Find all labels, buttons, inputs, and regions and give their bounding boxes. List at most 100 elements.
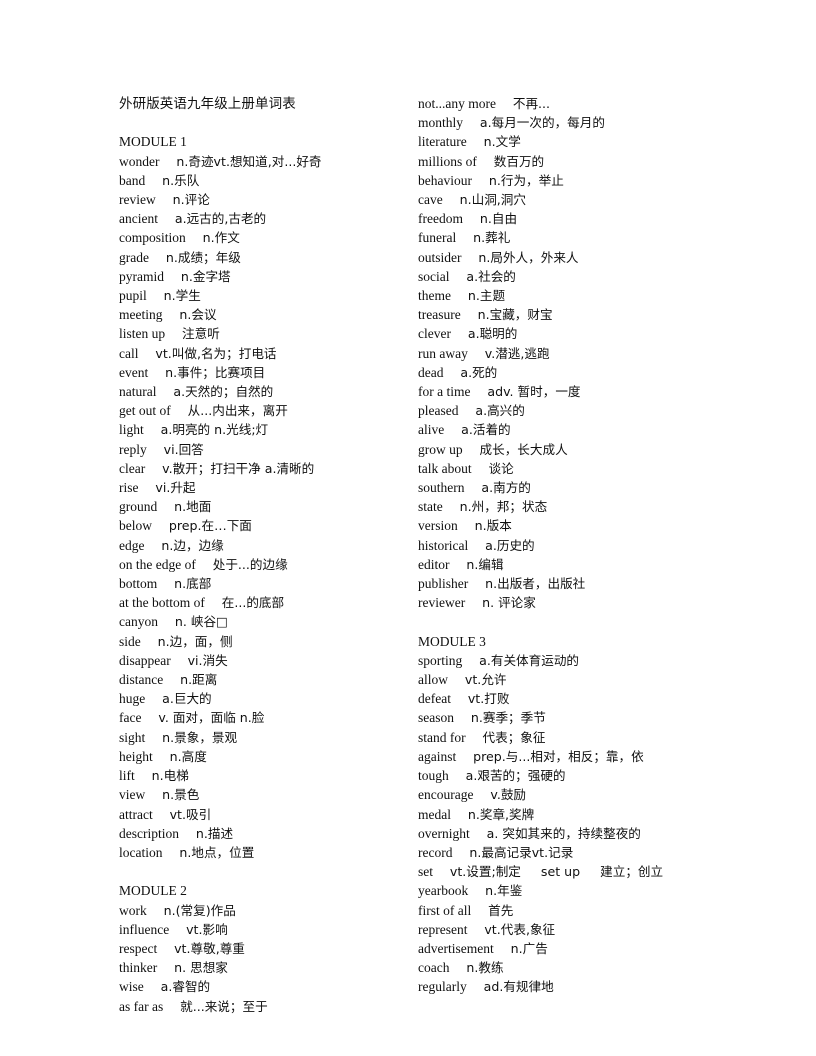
module-heading: MODULE 1	[119, 134, 187, 150]
entry-definition: n.主题	[467, 288, 506, 304]
entry-definition: v.鼓励	[490, 787, 527, 803]
entry-term: side	[119, 633, 141, 649]
entry-definition: a.艰苦的；强硬的	[465, 768, 566, 784]
vocabulary-entry: publisher n.出版者，出版社	[418, 574, 718, 593]
entry-definition: n.事件；比赛项目	[165, 364, 266, 380]
entry-definition: vt.吸引	[169, 806, 212, 822]
entry-term: as far as	[119, 998, 164, 1014]
entry-definition: a.聪明的	[467, 326, 518, 342]
entry-term: below	[119, 518, 152, 534]
vocabulary-entry: sporting a.有关体育运动的	[418, 651, 718, 670]
vocabulary-entry: treasure n.宝藏，财宝	[418, 305, 718, 324]
module-heading: MODULE 3	[418, 633, 486, 649]
entry-definition: n.作文	[202, 230, 240, 246]
two-column-body: 外研版英语九年级上册单词表 MODULE 1 wonder n.奇迹vt.想知道,…	[119, 94, 719, 1016]
entry-term: dead	[418, 364, 444, 380]
entry-term: defeat	[418, 691, 451, 707]
entry-definition: a.有关体育运动的	[479, 652, 580, 668]
entry-term: height	[119, 748, 153, 764]
vocabulary-entry: attract vt.吸引	[119, 805, 418, 824]
vocabulary-entry: dead a.死的	[418, 363, 718, 382]
entry-definition: n.(常复)作品	[163, 902, 236, 918]
entry-gap	[196, 557, 213, 572]
entry-definition: a.活着的	[461, 422, 511, 438]
entry-definition: n.评论	[172, 192, 210, 207]
entry-gap	[163, 672, 180, 687]
entry-gap	[450, 269, 467, 284]
entry-definition: a.天然的；自然的	[173, 384, 274, 400]
entry-definition: n.底部	[174, 576, 212, 592]
entry-term: influence	[119, 921, 170, 937]
vocabulary-entry: composition n.作文	[119, 228, 418, 247]
entry-term: outsider	[418, 249, 462, 265]
entry-gap	[164, 269, 181, 284]
entry-term: attract	[119, 806, 153, 822]
entry-term: allow	[418, 672, 448, 688]
entry-term: represent	[418, 921, 468, 937]
entry-gap	[470, 826, 487, 841]
vocabulary-entry: yearbook n.年鉴	[418, 881, 718, 900]
entry-term: coach	[418, 960, 450, 976]
entry-term: clear	[119, 460, 146, 476]
entry-definition: 就...来说；至于	[180, 998, 268, 1014]
vocabulary-entry: coach n.教练	[418, 958, 718, 977]
vocabulary-entry: call vt.叫做,名为；打电话	[119, 344, 418, 363]
entry-gap	[153, 807, 170, 822]
document-title: 外研版英语九年级上册单词表	[119, 96, 296, 111]
entry-gap	[163, 999, 180, 1014]
entry-definition: n.景象，景观	[162, 729, 238, 745]
entry-definition: n.自由	[479, 211, 518, 227]
entry-term: pleased	[418, 403, 459, 419]
entry-term: call	[119, 345, 139, 361]
vocabulary-entry: review n.评论	[119, 190, 418, 209]
entry-gap	[145, 691, 162, 706]
vocabulary-entry: social a.社会的	[418, 267, 718, 286]
vocabulary-entry: side n.边，面，侧	[119, 632, 418, 651]
entry-gap	[163, 845, 180, 860]
entry-definition: 处于...的边缘	[212, 556, 288, 572]
entry-term: regularly	[418, 979, 467, 995]
entry-definition: vt.叫做,名为；打电话	[155, 345, 277, 361]
entry-term: editor	[418, 556, 450, 572]
vocabulary-entry: grow up 成长，长大成人	[418, 440, 718, 459]
entry-gap	[496, 96, 513, 111]
vocabulary-entry: pyramid n.金字塔	[119, 267, 418, 286]
entry-definition: v.散开；打扫干净 a.清晰的	[162, 460, 315, 476]
entry-definition: n.编辑	[466, 556, 504, 572]
entry-definition: 注意听	[182, 326, 220, 342]
vocabulary-entry: clever a.聪明的	[418, 324, 718, 343]
entry-term: description	[119, 825, 179, 841]
entry-definition: n.奖章,奖牌	[467, 806, 535, 822]
entry-definition: n.广告	[510, 940, 548, 956]
entry-definition: a.高兴的	[475, 403, 525, 419]
entry-gap	[472, 173, 489, 188]
entry-definition: 在...的底部	[221, 595, 285, 611]
vocabulary-entry: description n.描述	[119, 824, 418, 843]
entry-gap	[145, 730, 162, 745]
entry-definition: v. 面对，面临 n.脸	[158, 710, 265, 726]
vocabulary-entry: work n.(常复)作品	[119, 901, 418, 920]
vocabulary-entry: defeat vt.打败	[418, 689, 718, 708]
entry-gap	[153, 749, 170, 764]
entry-definition: n.年鉴	[485, 883, 523, 899]
vocabulary-entry: below prep.在…下面	[119, 516, 418, 535]
vocabulary-entry: not...any more 不再...	[418, 94, 718, 113]
entry-definition: n.成绩；年级	[165, 249, 241, 265]
entry-gap	[472, 461, 489, 476]
entry-definition: vi.回答	[163, 441, 204, 457]
vocabulary-entry: bottom n.底部	[119, 574, 418, 593]
entry-definition: prep.与...相对，相反；靠，依	[473, 748, 644, 764]
vocabulary-entry: grade n.成绩；年级	[119, 248, 418, 267]
entry-gap	[141, 634, 158, 649]
entry-gap	[451, 691, 468, 706]
entry-gap	[468, 883, 485, 898]
entry-gap	[467, 979, 484, 994]
entry-term: sight	[119, 729, 146, 745]
entry-term: light	[119, 422, 144, 438]
entry-definition: v.潜逃,逃跑	[484, 345, 550, 361]
entry-definition: n.景色	[162, 787, 200, 803]
entry-gap	[470, 384, 487, 399]
entry-definition: n.边，面，侧	[157, 633, 233, 649]
entry-definition: vt.允许	[464, 672, 507, 688]
